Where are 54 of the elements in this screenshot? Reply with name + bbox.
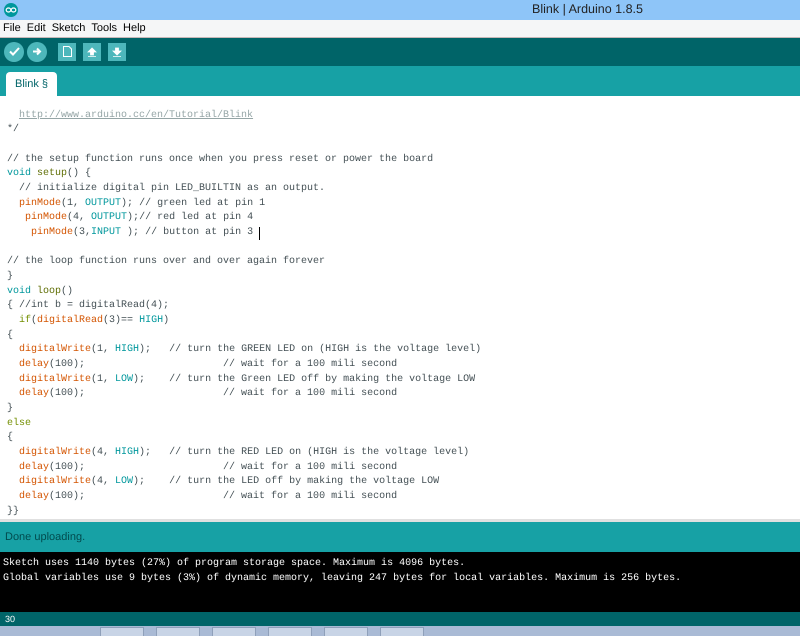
console-line: Sketch uses 1140 bytes (27%) of program storage space. Maximum is 4096 bytes. [3, 556, 466, 572]
new-button[interactable] [58, 42, 76, 61]
code-line: delay(100); // wait for a 100 mili second [18, 490, 398, 504]
save-button[interactable] [108, 42, 126, 61]
line-number: 30 [5, 614, 16, 624]
code-line: { [7, 431, 14, 446]
arrow-down-icon [112, 46, 122, 57]
code-line: { [7, 328, 14, 343]
code-line: delay(100); // wait for a 100 mili second [18, 460, 398, 475]
code-line: */ [7, 123, 20, 138]
code-line: delay(100); // wait for a 100 mili second [18, 387, 398, 402]
code-line: else [7, 416, 32, 431]
window-title: Blink | Arduino 1.8.5 [532, 2, 643, 16]
code-line: pinMode(4, OUTPUT);// red led at pin 4 [24, 211, 254, 226]
taskbar-button[interactable] [100, 626, 144, 636]
check-icon [8, 47, 20, 56]
code-line: } [7, 270, 14, 284]
taskbar-button[interactable] [324, 626, 368, 636]
taskbar-button[interactable] [268, 626, 312, 636]
taskbar-button[interactable] [212, 626, 256, 636]
app-logo-icon [4, 2, 18, 17]
code-line: } [7, 402, 14, 416]
code-line: digitalWrite(1, LOW); // turn the Green LED off by making the voltage LOW [18, 372, 476, 387]
menu-item[interactable]: Edit [26, 22, 46, 34]
menu-item[interactable]: Tools [91, 22, 118, 34]
open-button[interactable] [83, 42, 101, 61]
upload-button[interactable] [27, 42, 47, 62]
code-line: void setup() { [7, 167, 92, 182]
menu-item[interactable]: Help [123, 22, 146, 34]
code-line: // the loop function runs over and over again forever [7, 255, 326, 270]
arrow-right-icon [32, 47, 42, 56]
code-line: // initialize digital pin LED_BUILTIN as an output. [18, 182, 326, 196]
console-line: Global variables use 9 bytes (3%) of dynamic memory, leaving 247 bytes for local variables. Maximum is 256 bytes. [3, 572, 682, 586]
code-line: }} [7, 504, 20, 519]
verify-button[interactable] [4, 42, 24, 62]
menu-item[interactable]: Sketch [52, 22, 86, 34]
code-line: { //int b = digitalRead(4); [7, 299, 170, 314]
code-line: digitalWrite(4, HIGH); // turn the RED LED on (HIGH is the voltage level) [18, 446, 470, 460]
menu-item[interactable]: File [3, 22, 21, 34]
code-line: digitalWrite(4, LOW); // turn the LED off by making the voltage LOW [18, 475, 440, 490]
code-line: http://www.arduino.cc/en/Tutorial/Blink [18, 108, 254, 123]
code-line: pinMode(3,INPUT ); // button at pin 3 [7, 226, 800, 241]
code-line: // the setup function runs once when you press reset or power the board [7, 152, 434, 167]
code-line: void loop() [7, 284, 74, 299]
code-line: pinMode(1, OUTPUT); // green led at pin 1 [18, 196, 266, 211]
code-line: if(digitalRead(3)== HIGH) [18, 314, 170, 328]
file-tab[interactable]: Blink § [6, 72, 58, 96]
taskbar-button[interactable] [156, 626, 200, 636]
document-icon [62, 46, 72, 58]
arrow-up-icon [87, 46, 97, 57]
code-line: delay(100); // wait for a 100 mili second [18, 358, 398, 372]
status-message: Done uploading. [5, 531, 86, 544]
code-line: digitalWrite(1, HIGH); // turn the GREEN LED on (HIGH is the voltage level) [18, 343, 482, 358]
taskbar-button[interactable] [380, 626, 424, 636]
